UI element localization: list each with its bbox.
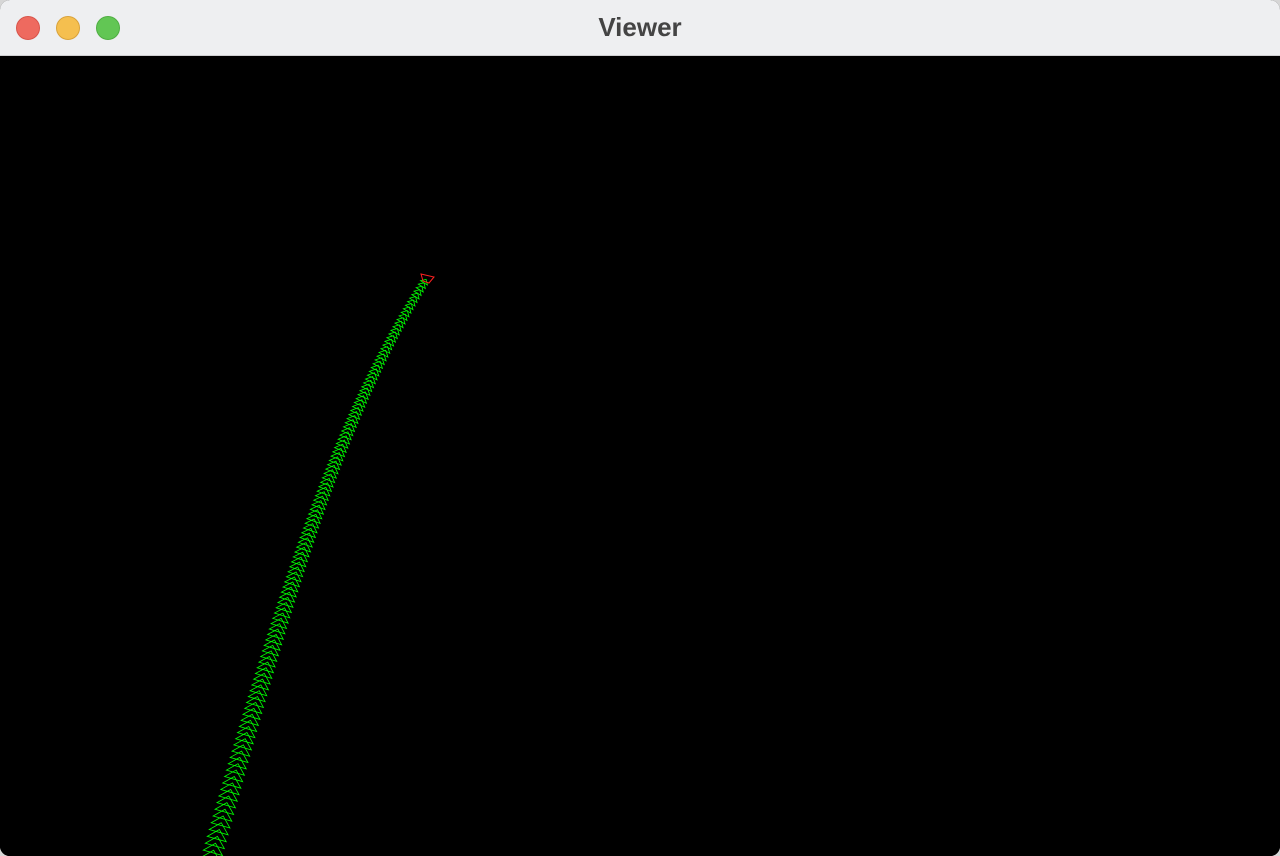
camera-frustum (385, 335, 397, 344)
current-camera-pose (420, 273, 435, 284)
3d-viewport[interactable] (0, 56, 1280, 856)
camera-frustum (402, 306, 412, 315)
camera-frustum (210, 815, 231, 829)
camera-frustum (400, 310, 410, 318)
camera-frustum (305, 513, 321, 525)
camera-frustum (393, 320, 404, 329)
camera-frustum (309, 504, 325, 515)
camera-frustum (212, 808, 233, 822)
camera-frustum (307, 509, 323, 520)
camera-frustum (202, 842, 224, 856)
camera-frustum (204, 835, 226, 850)
camera-frustum (217, 788, 239, 802)
camera-frustum (225, 763, 246, 776)
camera-frustum (202, 849, 218, 856)
camera-frustum (391, 324, 402, 333)
title-bar[interactable]: Viewer (0, 0, 1280, 56)
camera-frustum (304, 518, 320, 529)
camera-frustum (395, 317, 406, 325)
viewer-window: Viewer (0, 0, 1280, 856)
camera-frustum (412, 289, 422, 297)
camera-frustum (310, 500, 326, 511)
window-title: Viewer (598, 12, 682, 42)
camera-frustum (221, 775, 242, 789)
camera-frustum (206, 828, 228, 843)
trajectory-path (202, 278, 429, 856)
camera-frustum (215, 795, 237, 809)
camera-frustum (408, 296, 418, 304)
camera-frustum (387, 331, 398, 340)
trajectory-canvas[interactable] (0, 56, 1280, 856)
camera-frustum (404, 303, 414, 311)
camera-frustum (223, 769, 244, 783)
camera-frustum (389, 327, 400, 336)
camera-frustum (398, 313, 408, 322)
camera-frustum (219, 782, 240, 796)
camera-frustum (208, 822, 229, 836)
camera-frustum (410, 292, 420, 300)
camera-frustum (406, 299, 416, 307)
camera-frustum (214, 802, 235, 816)
